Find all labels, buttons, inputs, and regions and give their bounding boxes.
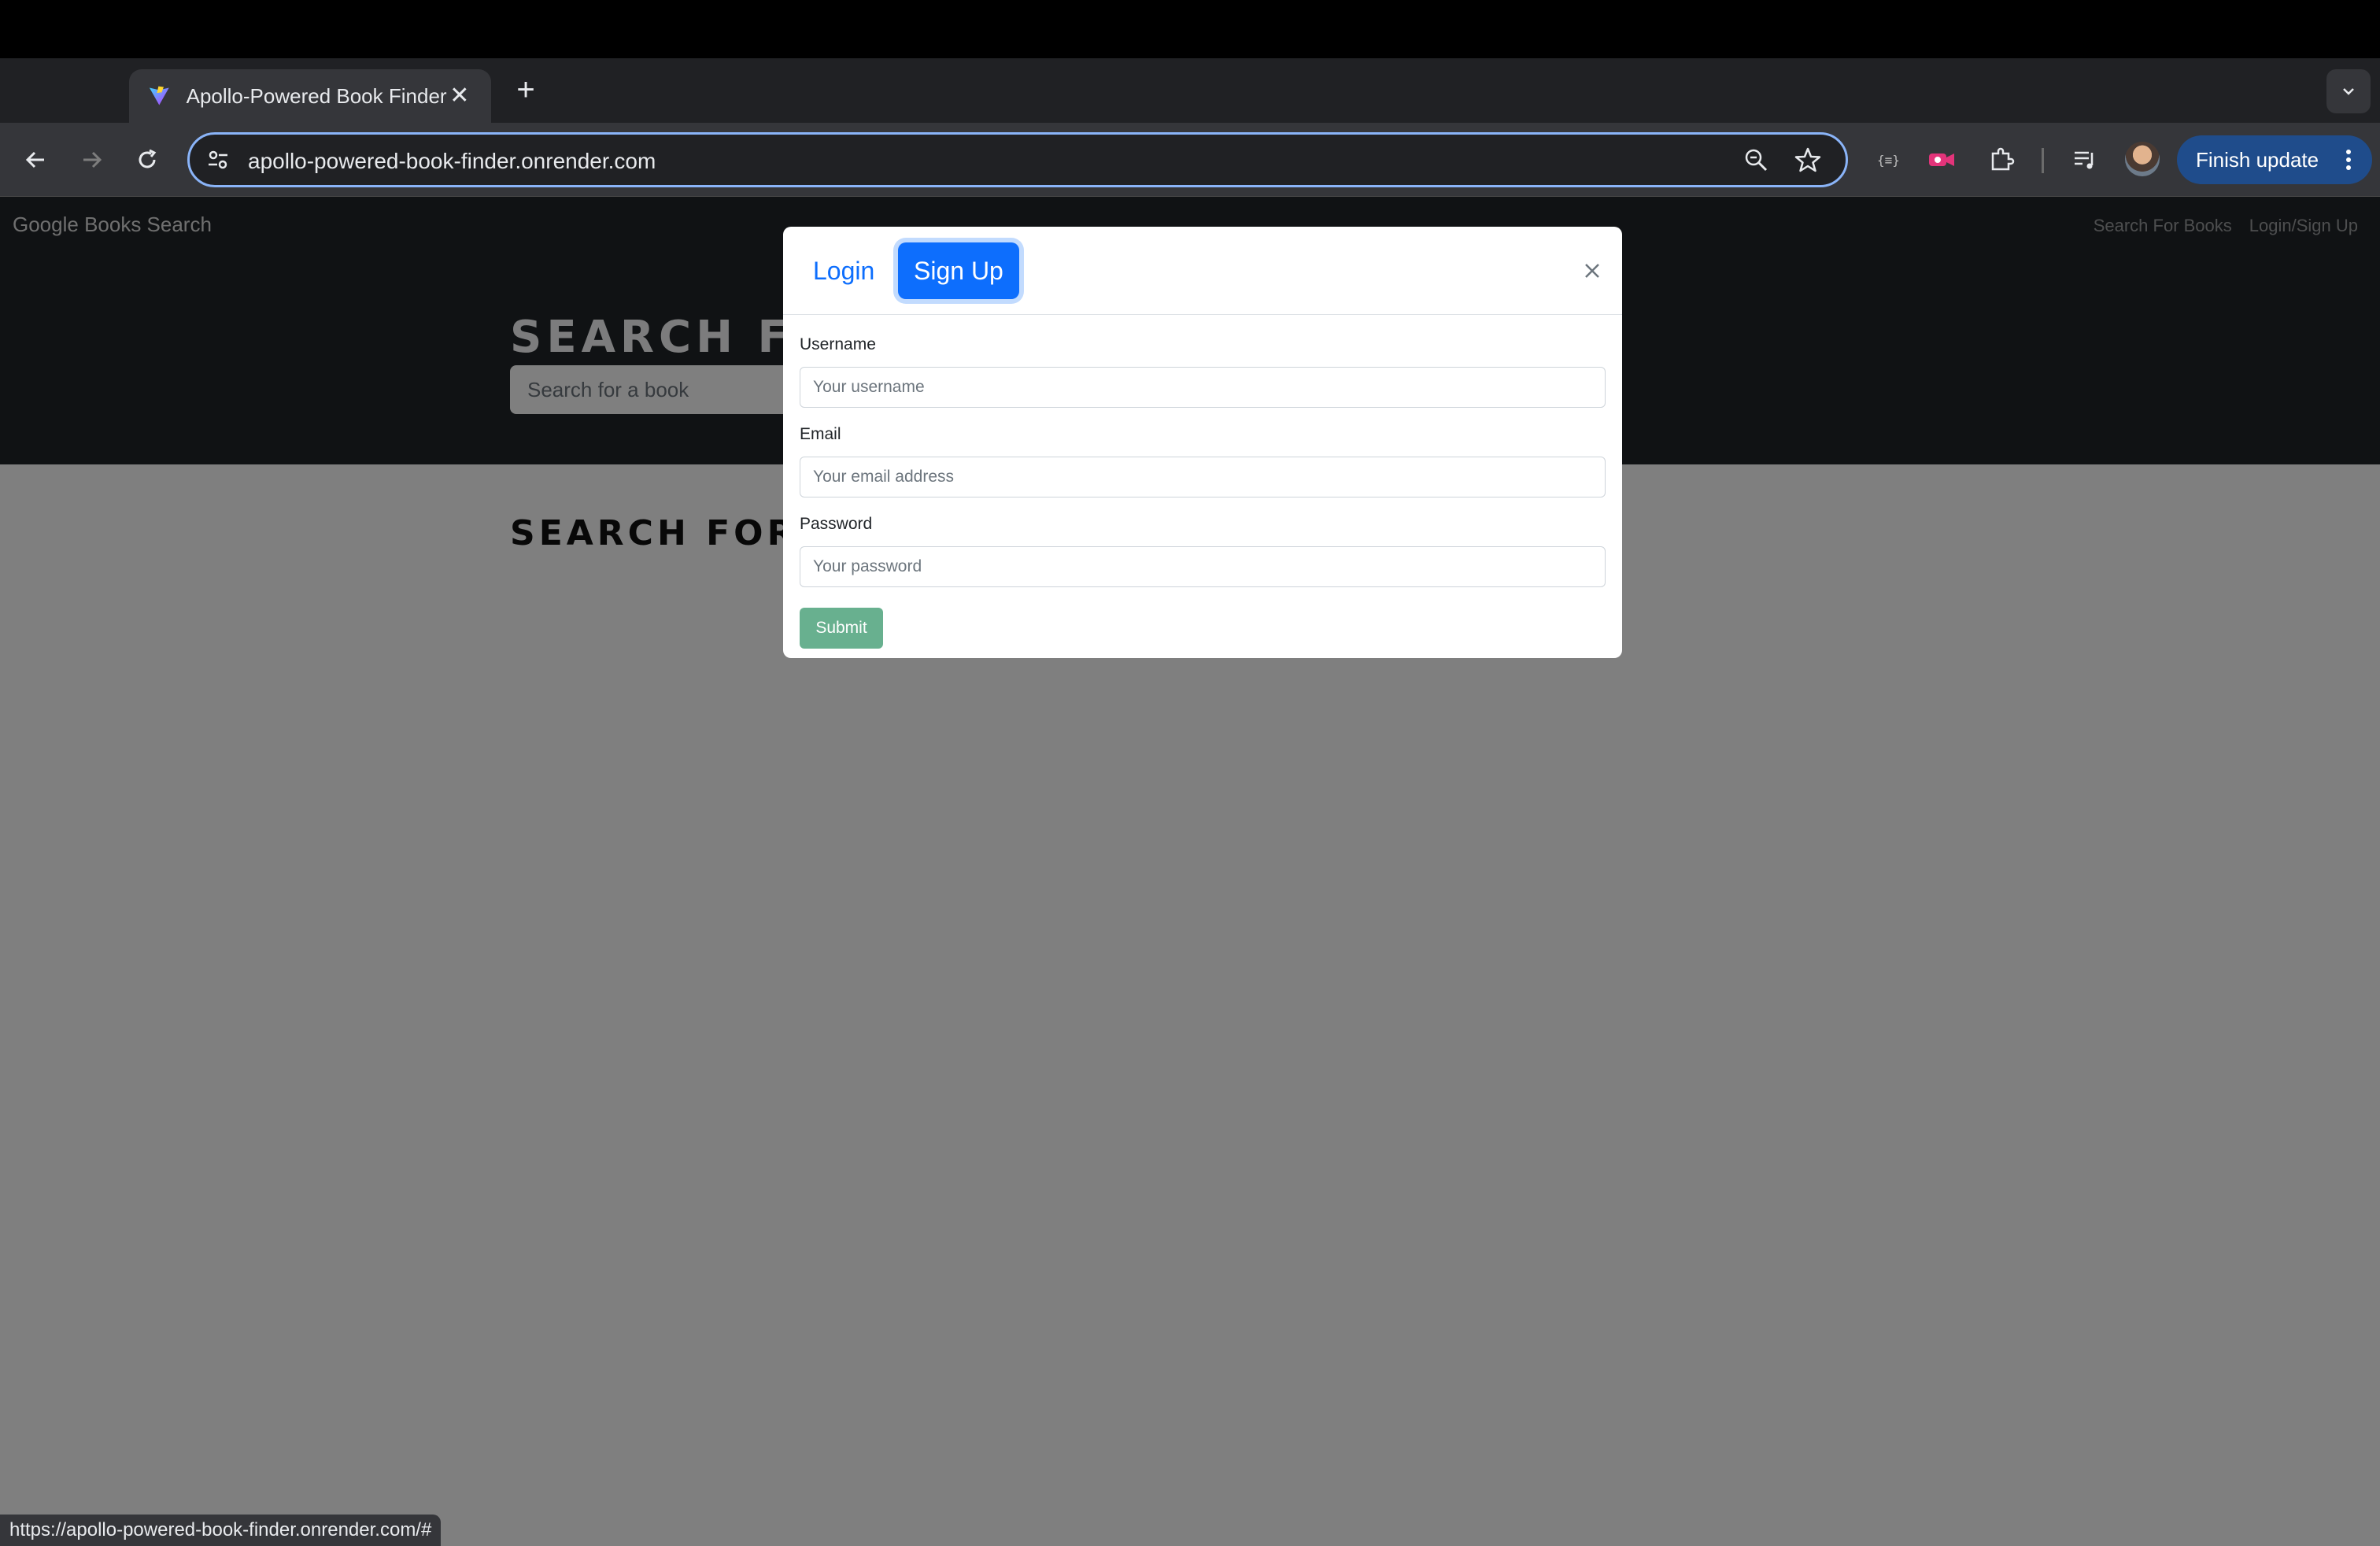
- tab-search-button[interactable]: [2326, 69, 2371, 113]
- more-vert-icon: [2346, 150, 2351, 170]
- arrow-right-icon: [83, 151, 102, 168]
- extension-json-icon[interactable]: {≡}: [1868, 140, 1907, 179]
- close-icon[interactable]: [1576, 255, 1608, 287]
- modal-header: Login Sign Up: [783, 227, 1622, 315]
- chevron-down-icon: [2343, 88, 2354, 95]
- password-field[interactable]: Your password: [800, 546, 1606, 587]
- video-camera-icon: [1929, 153, 1954, 166]
- username-field[interactable]: Your username: [800, 367, 1606, 408]
- site-settings-icon[interactable]: [205, 147, 231, 172]
- tab-close-icon[interactable]: ✕: [447, 83, 472, 109]
- finish-update-button[interactable]: Finish update: [2177, 135, 2372, 184]
- forward-button[interactable]: [72, 140, 112, 179]
- reload-icon: [139, 149, 157, 168]
- back-button[interactable]: [16, 140, 55, 179]
- status-bar-url: https://apollo-powered-book-finder.onren…: [0, 1515, 442, 1546]
- tab-login[interactable]: Login: [797, 242, 890, 299]
- password-label: Password: [800, 515, 873, 533]
- zoom-icon[interactable]: [1742, 146, 1770, 174]
- username-label: Username: [800, 335, 876, 353]
- extensions-button[interactable]: [1982, 140, 2021, 179]
- tab-strip: Apollo-Powered Book Finder ✕ +: [0, 58, 2380, 123]
- browser-toolbar: apollo-powered-book-finder.onrender.com …: [0, 123, 2380, 197]
- new-tab-button[interactable]: +: [510, 74, 541, 105]
- puzzle-icon: [1991, 147, 2015, 171]
- vite-logo-icon: [149, 86, 169, 105]
- tab-title: Apollo-Powered Book Finder: [186, 83, 447, 108]
- profile-avatar[interactable]: [2125, 142, 2160, 176]
- reload-button[interactable]: [128, 140, 167, 179]
- url-text: apollo-powered-book-finder.onrender.com: [248, 149, 656, 173]
- extension-recorder-icon[interactable]: [1922, 140, 1961, 179]
- auth-modal: Login Sign Up Username Your username Ema…: [783, 227, 1622, 658]
- signup-form: Username Your username Email Your email …: [800, 335, 1606, 649]
- svg-text:{≡}: {≡}: [1877, 153, 1899, 168]
- playlist-icon: [2075, 151, 2094, 169]
- bookmark-star-icon[interactable]: [1794, 146, 1822, 174]
- web-page: Google Books Search Search For Books Log…: [0, 197, 2380, 1546]
- tab-sign-up[interactable]: Sign Up: [898, 242, 1019, 299]
- arrow-left-icon: [25, 151, 44, 168]
- browser-tab[interactable]: Apollo-Powered Book Finder ✕: [129, 69, 491, 123]
- submit-button[interactable]: Submit: [800, 608, 883, 649]
- address-bar[interactable]: apollo-powered-book-finder.onrender.com: [187, 132, 1848, 187]
- os-top-bar: [0, 0, 2380, 58]
- finish-update-label: Finish update: [2196, 147, 2319, 172]
- braces-icon: {≡}: [1877, 153, 1899, 168]
- media-controls-button[interactable]: [2065, 140, 2105, 179]
- toolbar-divider: [2042, 148, 2044, 173]
- email-field[interactable]: Your email address: [800, 457, 1606, 497]
- email-label: Email: [800, 425, 841, 443]
